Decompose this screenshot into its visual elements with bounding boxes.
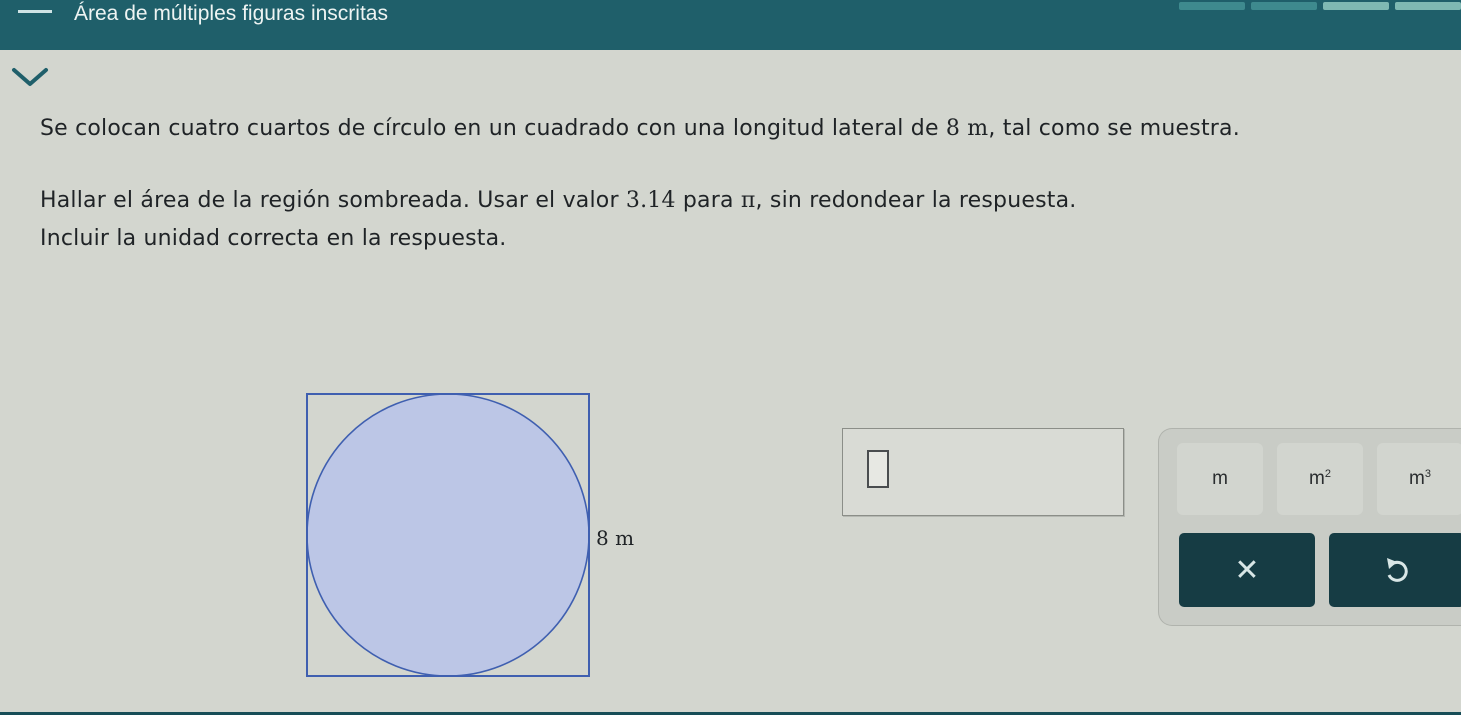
- collapse-button[interactable]: [0, 50, 80, 102]
- question-text-3: Incluir la unidad correcta en la respues…: [40, 226, 507, 251]
- unit-label: m: [1409, 468, 1425, 489]
- side-length-label: 8 m: [596, 526, 635, 550]
- pi-symbol: π: [740, 188, 756, 213]
- unit-keypad: m m2 m3 ✕: [1158, 428, 1461, 626]
- question-text: Hallar el área de la región sombreada. U…: [40, 188, 626, 213]
- unit-exponent: 3: [1424, 468, 1431, 480]
- progress-segment: [1395, 2, 1461, 10]
- header-bar: Área de múltiples figuras inscritas: [0, 0, 1461, 50]
- progress-segment: [1179, 2, 1245, 10]
- question-text-1: Se colocan cuatro cuartos de círculo en …: [40, 116, 1240, 141]
- quarter-circles-diagram: [306, 393, 590, 677]
- unit-label: m: [1212, 468, 1228, 489]
- close-icon: ✕: [1234, 552, 1260, 588]
- undo-icon: [1387, 558, 1408, 582]
- unit-m3-button[interactable]: m3: [1377, 443, 1461, 515]
- question-text: , sin redondear la respuesta.: [755, 188, 1077, 213]
- unit-m2-button[interactable]: m2: [1277, 443, 1363, 515]
- progress-segment: [1251, 2, 1317, 10]
- question-text: , tal como se muestra.: [988, 116, 1240, 141]
- answer-input[interactable]: [842, 428, 1124, 516]
- input-cursor: [867, 450, 889, 488]
- progress-indicator: [1179, 2, 1461, 10]
- progress-segment: [1323, 2, 1389, 10]
- clear-button[interactable]: ✕: [1179, 533, 1315, 607]
- question-text-2: Hallar el área de la región sombreada. U…: [40, 188, 1076, 213]
- square-figure: 8 m: [300, 386, 700, 686]
- shaded-region: [306, 393, 590, 677]
- question-text: para: [675, 188, 741, 213]
- page-title: Área de múltiples figuras inscritas: [74, 2, 388, 25]
- unit-exponent: 2: [1324, 468, 1331, 480]
- question-text: Se colocan cuatro cuartos de círculo en …: [40, 116, 946, 141]
- undo-button[interactable]: [1329, 533, 1461, 607]
- unit-label: m: [1309, 468, 1325, 489]
- menu-icon[interactable]: [18, 10, 52, 13]
- chevron-down-icon: [12, 68, 48, 86]
- side-length-value: 8 m: [945, 116, 989, 141]
- pi-approx-value: 3.14: [625, 188, 676, 213]
- unit-m-button[interactable]: m: [1177, 443, 1263, 515]
